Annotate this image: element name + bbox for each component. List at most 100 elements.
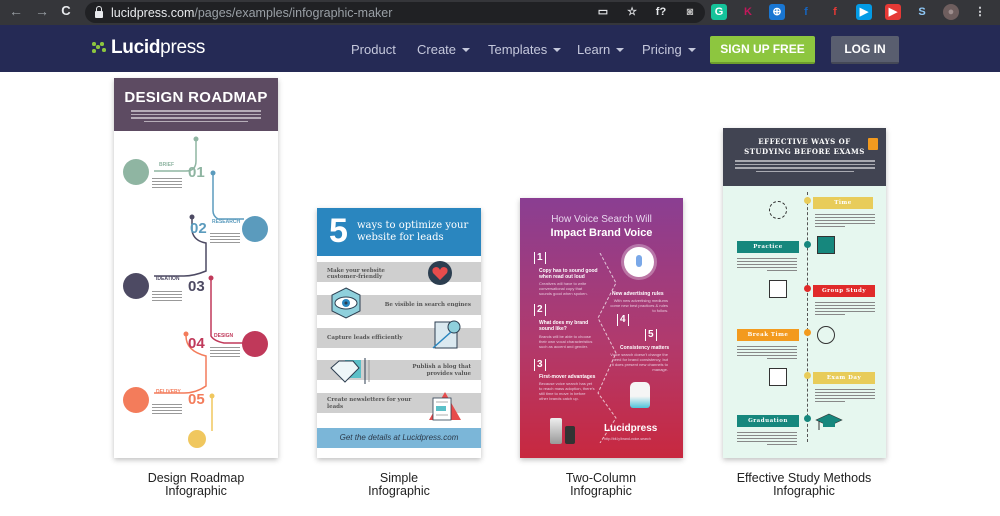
timeline-dot bbox=[804, 241, 811, 248]
web-extension-icon[interactable]: ⊕ bbox=[769, 4, 785, 20]
site-header: Lucidpress Product Create Templates Lear… bbox=[0, 25, 1000, 72]
share-extension-icon[interactable]: ▶ bbox=[856, 4, 872, 20]
tag-description bbox=[815, 214, 875, 229]
step-number: 03 bbox=[188, 278, 205, 295]
group-chat-icon bbox=[769, 280, 787, 298]
lucidpress-logo[interactable]: Lucidpress bbox=[92, 37, 205, 59]
tag-break-time: Break Time bbox=[737, 329, 799, 341]
heart-icon bbox=[428, 261, 452, 285]
tag-practice: Practice bbox=[737, 241, 799, 253]
exam-paper-icon bbox=[769, 368, 787, 386]
nav-create-label: Create bbox=[417, 42, 457, 57]
youtube-extension-icon[interactable]: ▶ bbox=[885, 4, 901, 20]
caption-line: Infographic bbox=[368, 484, 430, 498]
roadmap-title: DESIGN ROADMAP bbox=[124, 89, 268, 106]
sign-up-button[interactable]: SIGN UP FREE bbox=[710, 36, 815, 64]
forward-icon[interactable]: → bbox=[32, 3, 52, 19]
simple-infographic-thumbnail[interactable]: 5 ways to optimize your website for lead… bbox=[317, 208, 481, 458]
logo-bold: Lucid bbox=[111, 37, 161, 58]
profile-avatar-icon[interactable]: ● bbox=[943, 4, 959, 20]
k-extension-icon[interactable]: K bbox=[740, 4, 756, 20]
point-text: Because voice search has yet to reach ma… bbox=[539, 381, 595, 401]
nav-learn-label: Learn bbox=[577, 42, 611, 57]
step-description bbox=[152, 404, 182, 416]
simple-title: ways to optimize your website for leads bbox=[357, 220, 469, 243]
two-column-infographic-thumbnail[interactable]: How Voice Search Will Impact Brand Voice… bbox=[520, 198, 683, 458]
s-extension-icon[interactable]: S bbox=[914, 4, 930, 20]
step-label: DESIGN bbox=[214, 333, 234, 339]
microphone-icon bbox=[624, 247, 654, 277]
back-icon[interactable]: ← bbox=[6, 3, 26, 19]
facebook-extension-icon[interactable]: f bbox=[798, 4, 814, 20]
nav-pricing[interactable]: Pricing bbox=[642, 42, 696, 57]
flipboard-extension-icon[interactable]: f bbox=[827, 4, 843, 20]
design-roadmap-caption[interactable]: Design Roadmap Infographic bbox=[96, 472, 296, 498]
step-number: 02 bbox=[190, 220, 207, 237]
simple-footer-link: Get the details at Lucidpress.com bbox=[317, 428, 481, 448]
design-roadmap-thumbnail[interactable]: DESIGN ROADMAP BRIEF 01 RESEARCH 02 IDEA… bbox=[114, 78, 278, 458]
url-host: lucidpress.com bbox=[111, 5, 195, 20]
point-text: Creatives will have to write conversatio… bbox=[539, 281, 588, 296]
url-path: /pages/examples/infographic-maker bbox=[194, 5, 393, 20]
roadmap-header: DESIGN ROADMAP bbox=[114, 78, 278, 131]
reload-icon[interactable]: C bbox=[56, 3, 76, 18]
caret-down-icon bbox=[462, 47, 471, 52]
bookmark-star-icon[interactable]: ☆ bbox=[624, 4, 640, 20]
study-header: EFFECTIVE WAYS OF STUDYING BEFORE EXAMS bbox=[723, 128, 886, 186]
nav-product-label: Product bbox=[351, 42, 396, 57]
grammarly-extension-icon[interactable]: G bbox=[711, 4, 727, 20]
study-methods-caption[interactable]: Effective Study Methods Infographic bbox=[704, 472, 904, 498]
nav-templates[interactable]: Templates bbox=[488, 42, 562, 57]
logo-light: press bbox=[160, 37, 206, 58]
tag-graduation: Graduation bbox=[737, 415, 799, 427]
tag-exam-day: Exam Day bbox=[813, 372, 875, 384]
step-description bbox=[210, 347, 240, 359]
tag-time: Time bbox=[813, 197, 873, 209]
tag-description bbox=[815, 302, 875, 317]
nav-product[interactable]: Product bbox=[351, 42, 396, 57]
menu-kebab-icon[interactable]: ⋮ bbox=[972, 4, 988, 20]
voice-title-line2: Impact Brand Voice bbox=[550, 227, 653, 239]
nav-pricing-label: Pricing bbox=[642, 42, 682, 57]
point-heading: New advertising rules bbox=[612, 291, 664, 297]
clock-coffee-icon bbox=[817, 326, 835, 344]
timeline-dot bbox=[804, 329, 811, 336]
point-text: Brands will be able to choose their own … bbox=[539, 334, 593, 349]
study-intro-text bbox=[734, 160, 875, 172]
log-in-button[interactable]: LOG IN bbox=[831, 36, 899, 64]
nav-create[interactable]: Create bbox=[417, 42, 471, 57]
eye-icon bbox=[331, 287, 361, 319]
two-column-infographic-caption[interactable]: Two-Column Infographic bbox=[501, 472, 701, 498]
study-title-line1: EFFECTIVE WAYS OF bbox=[758, 137, 851, 146]
item-text: Be visible in search engines bbox=[384, 302, 471, 308]
formula-extension-icon[interactable]: f? bbox=[653, 4, 669, 20]
timeline-dot bbox=[804, 285, 811, 292]
study-title-line2: STUDYING BEFORE EXAMS bbox=[744, 147, 865, 156]
diamond-icon bbox=[330, 358, 370, 384]
point-heading: Consistency matters bbox=[620, 345, 670, 351]
big-number: 5 bbox=[329, 212, 348, 250]
net-capture-icon bbox=[432, 320, 461, 349]
logo-mark-icon bbox=[92, 42, 106, 54]
caret-down-icon bbox=[616, 47, 625, 52]
cast-icon[interactable]: ▭ bbox=[595, 4, 611, 20]
step-number: 04 bbox=[188, 335, 205, 352]
nav-learn[interactable]: Learn bbox=[577, 42, 625, 57]
book-icon bbox=[817, 236, 835, 254]
tag-description bbox=[737, 258, 797, 273]
tag-description bbox=[815, 389, 875, 404]
simple-infographic-caption[interactable]: Simple Infographic bbox=[299, 472, 499, 498]
point-number: 4 bbox=[617, 314, 629, 326]
item-text: Create newsletters for your leads bbox=[327, 397, 412, 410]
study-methods-infographic-thumbnail[interactable]: EFFECTIVE WAYS OF STUDYING BEFORE EXAMS … bbox=[723, 128, 886, 458]
research-magnifier-icon bbox=[242, 216, 268, 242]
point-heading: Copy has to sound good when read out lou… bbox=[539, 268, 598, 280]
step-label: RESEARCH bbox=[212, 219, 241, 225]
step-number: 01 bbox=[188, 164, 205, 181]
point-number: 3 bbox=[534, 359, 546, 371]
camera-extension-icon[interactable]: ◙ bbox=[682, 4, 698, 20]
point-text: With new advertising mediums come new be… bbox=[610, 298, 668, 313]
caption-line: Infographic bbox=[570, 484, 632, 498]
delivery-devices-icon bbox=[123, 387, 149, 413]
item-text: Capture leads efficiently bbox=[327, 335, 403, 341]
